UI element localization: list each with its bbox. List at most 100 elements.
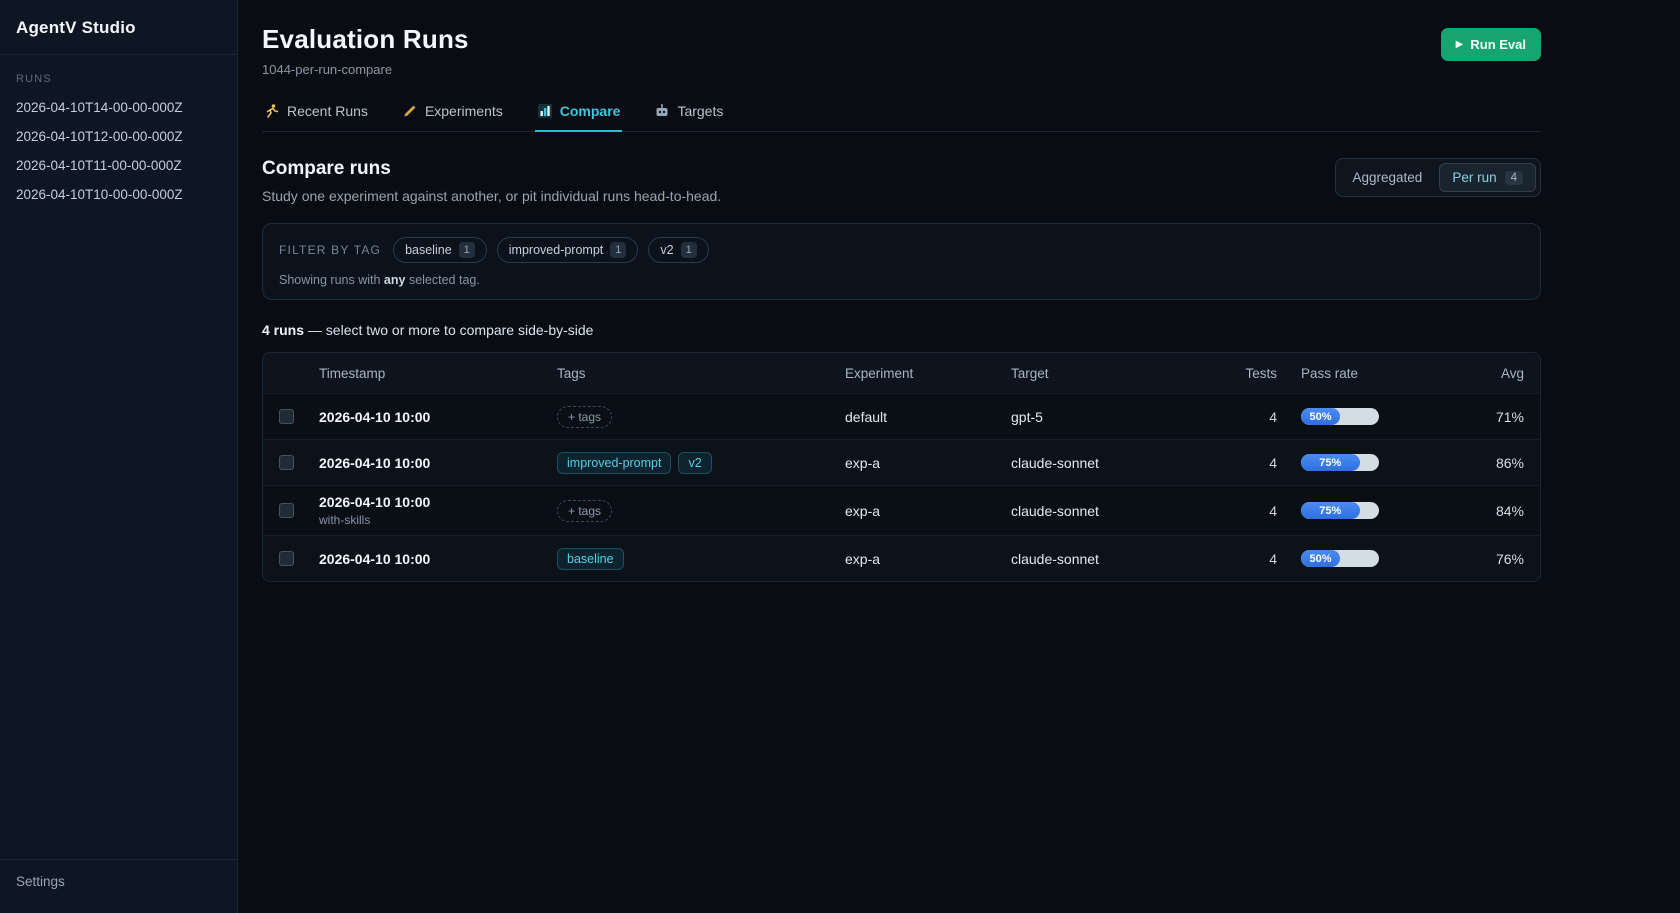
pass-rate-label: 50% [1309,553,1331,565]
filter-tag-v2[interactable]: v2 1 [648,237,708,263]
run-avg: 76% [1451,551,1524,567]
tab-targets[interactable]: Targets [652,101,725,132]
run-target: gpt-5 [1011,409,1241,425]
pass-rate-fill: 50% [1301,550,1340,567]
column-header-tests: Tests [1241,366,1301,381]
add-tags-button[interactable]: + tags [557,500,612,522]
run-timestamp: 2026-04-10 10:00 [319,455,557,471]
filter-note: Showing runs with any selected tag. [279,273,1524,287]
tab-label: Experiments [425,103,503,119]
run-tests: 4 [1241,503,1301,519]
tab-label: Recent Runs [287,103,368,119]
sidebar-run-item[interactable]: 2026-04-10T14-00-00-000Z [0,93,237,122]
tab-compare[interactable]: Compare [535,101,623,132]
run-tests: 4 [1241,409,1301,425]
toggle-per-run[interactable]: Per run 4 [1439,163,1536,192]
main-content: Evaluation Runs 1044-per-run-compare ▶ R… [238,0,1680,913]
sidebar-header: AgentV Studio [0,0,237,55]
run-timestamp: 2026-04-10 10:00 [319,409,557,425]
run-tag[interactable]: v2 [678,452,711,474]
pass-rate-bar: 75% [1301,454,1379,471]
play-icon: ▶ [1456,39,1464,50]
bar-chart-icon [537,103,553,119]
page-subtitle: 1044-per-run-compare [262,62,469,77]
filter-tag-name: improved-prompt [509,243,603,257]
pass-rate-label: 50% [1309,411,1331,423]
filter-tag-count: 1 [459,242,475,258]
run-timestamp: 2026-04-10 10:00 with-skills [319,494,557,527]
table-header-row: Timestamp Tags Experiment Target Tests P… [263,353,1540,393]
sidebar-run-item[interactable]: 2026-04-10T12-00-00-000Z [0,122,237,151]
run-sublabel: with-skills [319,513,557,527]
filter-by-tag-panel: FILTER BY TAG baseline 1 improved-prompt… [262,223,1541,300]
per-run-count-badge: 4 [1505,171,1523,185]
add-tags-button[interactable]: + tags [557,406,612,428]
run-target: claude-sonnet [1011,455,1241,471]
row-checkbox[interactable] [279,409,294,424]
toggle-aggregated[interactable]: Aggregated [1340,163,1436,192]
sidebar-run-item[interactable]: 2026-04-10T11-00-00-000Z [0,151,237,180]
compare-title: Compare runs [262,158,721,180]
filter-tag-improved-prompt[interactable]: improved-prompt 1 [497,237,639,263]
robot-icon [654,103,670,119]
page-header: Evaluation Runs 1044-per-run-compare ▶ R… [262,24,1541,77]
run-tag[interactable]: improved-prompt [557,452,671,474]
filter-tag-count: 1 [681,242,697,258]
run-experiment: exp-a [845,503,1011,519]
run-eval-button[interactable]: ▶ Run Eval [1441,28,1541,61]
runs-table: Timestamp Tags Experiment Target Tests P… [262,352,1541,582]
column-header-experiment: Experiment [845,366,1011,381]
row-checkbox[interactable] [279,551,294,566]
column-header-avg: Avg [1451,366,1524,381]
pass-rate-label: 75% [1319,457,1341,469]
column-header-timestamp: Timestamp [319,366,557,381]
run-timestamp: 2026-04-10 10:00 [319,551,557,567]
app-title: AgentV Studio [16,18,221,38]
pass-rate-label: 75% [1319,505,1341,517]
view-mode-toggle: Aggregated Per run 4 [1335,158,1542,197]
column-header-pass-rate: Pass rate [1301,366,1451,381]
table-row: 2026-04-10 10:00 with-skills + tags exp-… [263,485,1540,535]
pass-rate-fill: 75% [1301,454,1360,471]
run-tag[interactable]: baseline [557,548,624,570]
pencil-icon [402,103,418,119]
row-checkbox[interactable] [279,455,294,470]
tab-label: Targets [677,103,723,119]
tab-recent-runs[interactable]: Recent Runs [262,101,370,132]
filter-tag-baseline[interactable]: baseline 1 [393,237,487,263]
table-row: 2026-04-10 10:00 baseline exp-a claude-s… [263,535,1540,581]
sidebar: AgentV Studio RUNS 2026-04-10T14-00-00-0… [0,0,238,913]
tab-bar: Recent Runs Experiments Compare Targets [262,101,1541,132]
sidebar-run-item[interactable]: 2026-04-10T10-00-00-000Z [0,180,237,209]
row-checkbox[interactable] [279,503,294,518]
column-header-target: Target [1011,366,1241,381]
settings-link[interactable]: Settings [16,874,221,889]
sidebar-spacer [0,209,237,859]
tab-experiments[interactable]: Experiments [400,101,505,132]
run-tests: 4 [1241,551,1301,567]
filter-tag-name: baseline [405,243,452,257]
sidebar-footer: Settings [0,859,237,913]
run-avg: 86% [1451,455,1524,471]
run-experiment: exp-a [845,455,1011,471]
filter-by-tag-label: FILTER BY TAG [279,243,381,257]
compare-subtitle: Study one experiment against another, or… [262,188,721,204]
pass-rate-bar: 50% [1301,550,1379,567]
filter-note-emphasis: any [384,273,406,287]
run-target: claude-sonnet [1011,551,1241,567]
run-eval-label: Run Eval [1470,37,1526,52]
tab-label: Compare [560,103,621,119]
page-title: Evaluation Runs [262,24,469,55]
runner-icon [264,103,280,119]
run-tests: 4 [1241,455,1301,471]
toggle-per-run-label: Per run [1452,170,1496,185]
pass-rate-bar: 50% [1301,408,1379,425]
runs-count: 4 runs [262,322,304,338]
filter-tag-count: 1 [610,242,626,258]
pass-rate-fill: 50% [1301,408,1340,425]
run-experiment: default [845,409,1011,425]
column-header-tags: Tags [557,366,845,381]
pass-rate-bar: 75% [1301,502,1379,519]
runs-summary: 4 runs — select two or more to compare s… [262,322,1541,338]
filter-tag-name: v2 [660,243,673,257]
